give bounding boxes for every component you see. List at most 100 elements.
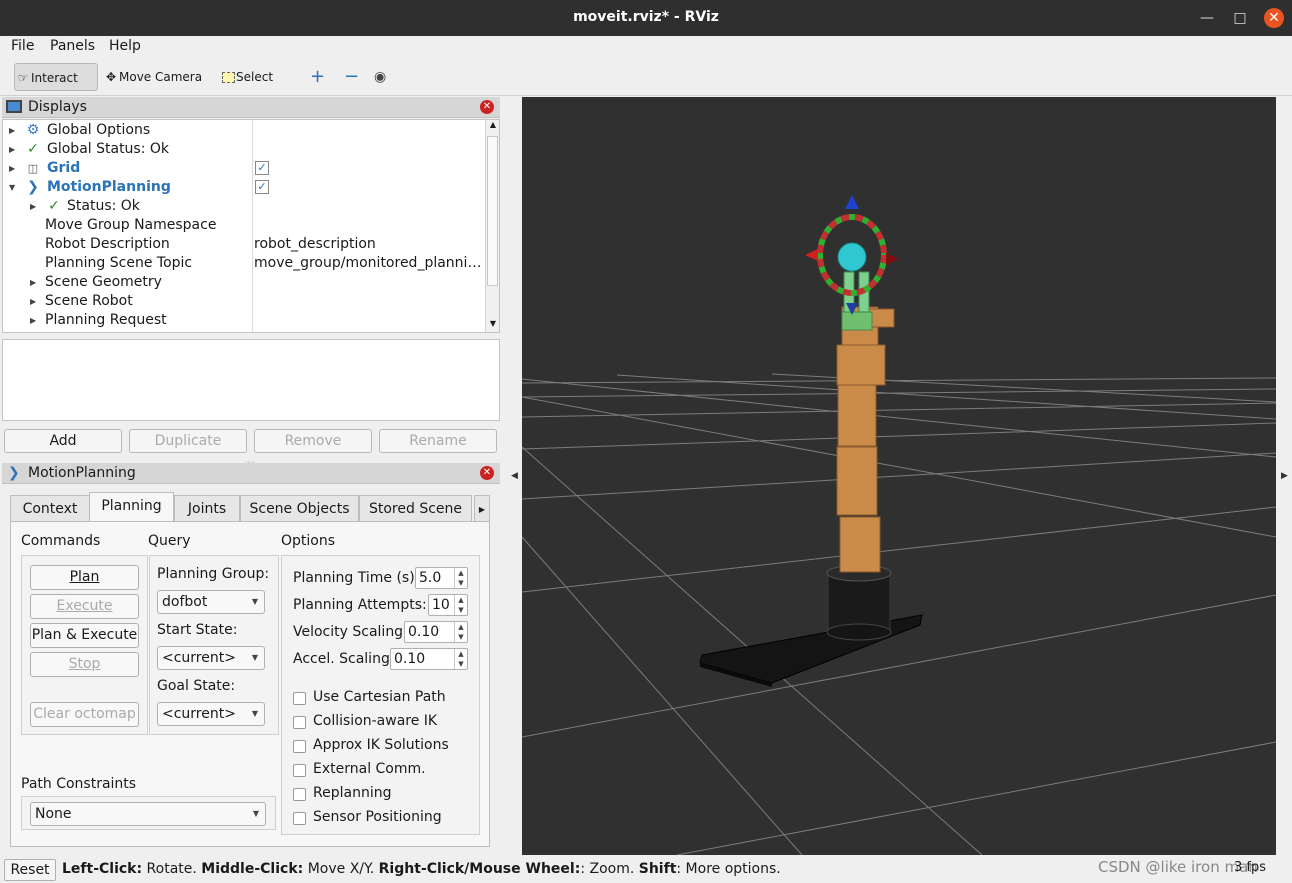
hint-key-shift: Shift: [638, 861, 677, 877]
tree-row-global-options[interactable]: ▶ ⚙ Global Options: [3, 121, 487, 140]
spin-arrows-icon[interactable]: ▲ ▼: [454, 568, 467, 588]
motion-planning-enabled-checkbox[interactable]: ✓: [255, 180, 269, 194]
planning-time-spinbox[interactable]: 5.0 ▲ ▼: [415, 567, 468, 589]
interact-tool-button[interactable]: ☞ Interact: [14, 63, 98, 91]
tree-scrollbar[interactable]: ▲ ▼: [485, 120, 499, 332]
robot-arm-links: [836, 306, 895, 573]
stop-button[interactable]: Stop: [30, 652, 139, 677]
tree-row-move-group-namespace[interactable]: Move Group Namespace: [3, 216, 487, 235]
velocity-scaling-spinbox[interactable]: 0.10 ▲ ▼: [404, 621, 468, 643]
planning-time-value: 5.0: [419, 570, 442, 586]
start-state-select[interactable]: <current> ▼: [157, 646, 265, 670]
right-dock-handle-icon[interactable]: ▶: [1281, 471, 1288, 481]
close-window-icon[interactable]: ✕: [1264, 8, 1284, 28]
scroll-up-icon[interactable]: ▲: [487, 120, 499, 132]
tab-scroll-right-icon[interactable]: ▶: [474, 495, 490, 522]
planning-group-value: dofbot: [162, 594, 208, 610]
collapse-arrow-icon[interactable]: ▼: [9, 178, 15, 197]
replanning-checkbox[interactable]: [293, 788, 306, 801]
tree-row-motion-planning[interactable]: ▼ ❯ MotionPlanning ✓: [3, 178, 487, 197]
expand-arrow-icon[interactable]: ▶: [30, 311, 36, 330]
spin-arrows-icon[interactable]: ▲ ▼: [454, 649, 467, 669]
path-constraints-title: Path Constraints: [21, 776, 137, 792]
grid-enabled-checkbox[interactable]: ✓: [255, 161, 269, 175]
planning-group-label: Planning Group:: [157, 566, 270, 582]
tree-row-grid[interactable]: ▶ ◫ Grid ✓: [3, 159, 487, 178]
tree-row-robot-description[interactable]: Robot Description robot_description: [3, 235, 487, 254]
scroll-thumb[interactable]: [487, 136, 498, 286]
tree-value[interactable]: move_group/monitored_planni…: [254, 254, 486, 273]
external-comm-label: External Comm.: [313, 761, 426, 777]
tree-row-planning-request[interactable]: ▶ Planning Request: [3, 311, 487, 330]
planning-group-select[interactable]: dofbot ▼: [157, 590, 265, 614]
expand-arrow-icon[interactable]: ▶: [30, 273, 36, 292]
3d-viewport[interactable]: [522, 97, 1276, 855]
use-cartesian-path-checkbox[interactable]: [293, 692, 306, 705]
remove-tool-icon[interactable]: −: [344, 63, 366, 91]
path-constraints-value: None: [35, 806, 72, 822]
tab-joints[interactable]: Joints: [174, 495, 240, 522]
execute-button[interactable]: Execute: [30, 594, 139, 619]
accel-scaling-spinbox[interactable]: 0.10 ▲ ▼: [390, 648, 468, 670]
spin-arrows-icon[interactable]: ▲ ▼: [454, 595, 467, 615]
goal-state-select[interactable]: <current> ▼: [157, 702, 265, 726]
close-displays-icon[interactable]: ✕: [480, 100, 494, 114]
sensor-positioning-label: Sensor Positioning: [313, 809, 442, 825]
tree-row-planning-scene-topic[interactable]: Planning Scene Topic move_group/monitore…: [3, 254, 487, 273]
checkmark-icon: ✓: [48, 198, 60, 214]
close-motion-planning-icon[interactable]: ✕: [480, 466, 494, 480]
remove-display-button[interactable]: Remove: [254, 429, 372, 453]
tree-row-scene-robot[interactable]: ▶ Scene Robot: [3, 292, 487, 311]
rename-display-button[interactable]: Rename: [379, 429, 497, 453]
select-tool-button[interactable]: Select: [220, 63, 282, 91]
maximize-icon[interactable]: □: [1230, 8, 1250, 28]
commands-group: Plan Execute Plan & Execute Stop Clear o…: [21, 555, 148, 735]
tab-stored-scenes[interactable]: Stored Scene: [359, 495, 472, 522]
tab-context[interactable]: Context: [10, 495, 90, 522]
minimize-icon[interactable]: —: [1197, 8, 1217, 28]
tab-planning[interactable]: Planning: [89, 492, 174, 522]
expand-arrow-icon[interactable]: ▶: [30, 292, 36, 311]
displays-header: Displays ✕: [2, 97, 500, 118]
external-comm-checkbox[interactable]: [293, 764, 306, 777]
move-camera-tool-button[interactable]: ✥ Move Camera: [103, 63, 203, 91]
spin-arrows-icon[interactable]: ▲ ▼: [454, 622, 467, 642]
plan-button[interactable]: Plan: [30, 565, 139, 590]
scene-render[interactable]: [522, 97, 1276, 855]
motion-planning-icon: ❯: [27, 179, 39, 195]
scroll-down-icon[interactable]: ▼: [487, 319, 499, 331]
start-state-label: Start State:: [157, 622, 238, 638]
add-display-button[interactable]: Add: [4, 429, 122, 453]
expand-arrow-icon[interactable]: ▶: [9, 159, 15, 178]
goal-state-label: Goal State:: [157, 678, 236, 694]
expand-arrow-icon[interactable]: ▶: [30, 197, 36, 216]
tree-row-global-status[interactable]: ▶ ✓ Global Status: Ok: [3, 140, 487, 159]
menu-panels[interactable]: Panels: [50, 38, 95, 54]
collision-aware-ik-checkbox[interactable]: [293, 716, 306, 729]
menu-help[interactable]: Help: [109, 38, 141, 54]
left-dock-handle-icon[interactable]: ◀: [511, 471, 518, 481]
plan-and-execute-button[interactable]: Plan & Execute: [30, 623, 139, 648]
planning-attempts-spinbox[interactable]: 10 ▲ ▼: [428, 594, 468, 616]
reset-view-button[interactable]: Reset: [4, 859, 56, 881]
interact-label: Interact: [31, 71, 78, 85]
displays-tree[interactable]: ▶ ⚙ Global Options ▶ ✓ Global Status: Ok…: [2, 119, 500, 333]
commands-title: Commands: [21, 533, 101, 549]
expand-arrow-icon[interactable]: ▶: [9, 140, 15, 159]
move-camera-label: Move Camera: [119, 70, 203, 84]
tree-label: Status: Ok: [67, 198, 140, 214]
sensor-positioning-checkbox[interactable]: [293, 812, 306, 825]
menu-file[interactable]: File: [11, 38, 34, 54]
tree-row-status-ok[interactable]: ▶ ✓ Status: Ok: [3, 197, 487, 216]
add-tool-icon[interactable]: +: [310, 63, 328, 91]
expand-arrow-icon[interactable]: ▶: [9, 121, 15, 140]
approx-ik-label: Approx IK Solutions: [313, 737, 449, 753]
clear-octomap-button[interactable]: Clear octomap: [30, 702, 139, 727]
path-constraints-select[interactable]: None ▼: [30, 802, 266, 826]
approx-ik-checkbox[interactable]: [293, 740, 306, 753]
duplicate-display-button[interactable]: Duplicate: [129, 429, 247, 453]
tree-value[interactable]: robot_description: [254, 235, 486, 254]
tab-scene-objects[interactable]: Scene Objects: [240, 495, 359, 522]
tree-row-scene-geometry[interactable]: ▶ Scene Geometry: [3, 273, 487, 292]
view-eye-icon[interactable]: ◉: [374, 63, 396, 91]
